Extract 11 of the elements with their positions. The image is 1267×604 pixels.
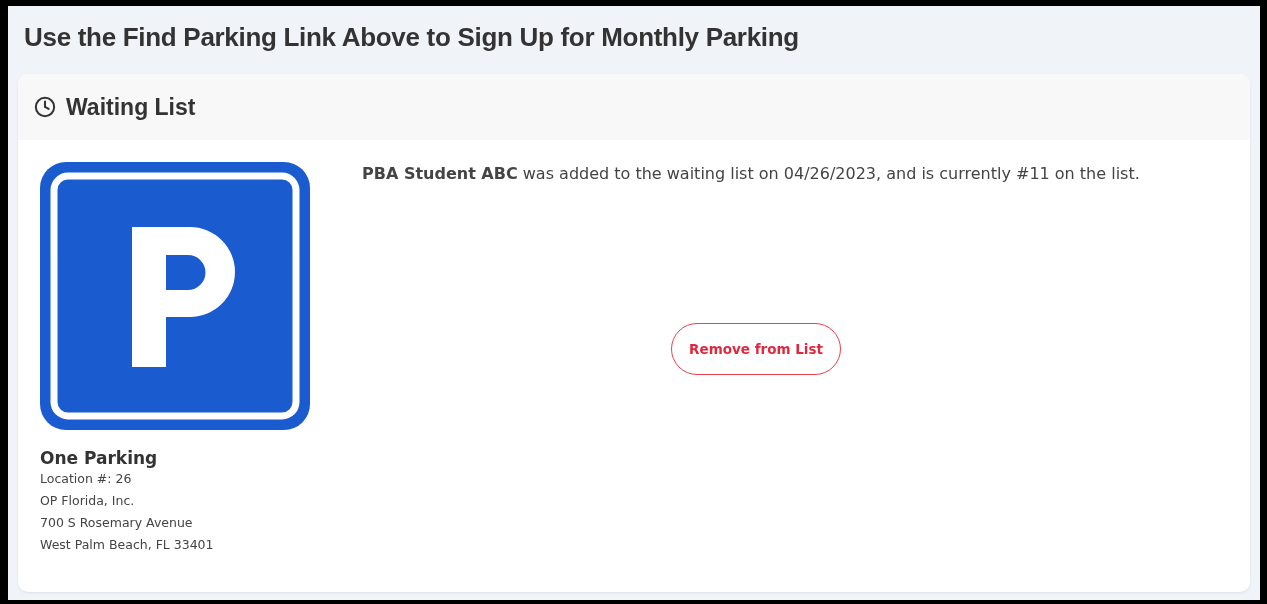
remove-button[interactable]: Remove from List [671,323,841,375]
location-name: One Parking [40,448,159,468]
parking-sign-icon [40,162,310,430]
page-title: Use the Find Parking Link Above to Sign Up for Monthly Parking [24,21,800,54]
address-line: 700 S Rosemary Avenue [40,514,194,532]
address-line: Location #: 26 [40,470,133,488]
address-line: OP Florida, Inc. [40,492,136,510]
clock-icon [34,96,56,118]
card-title: Waiting List [66,93,196,121]
address-line: West Palm Beach, FL 33401 [40,536,215,554]
waiting-message: PBA Student ABC was added to the waiting list on 04/26/2023, and is currently #11 on the list. [362,164,1141,183]
